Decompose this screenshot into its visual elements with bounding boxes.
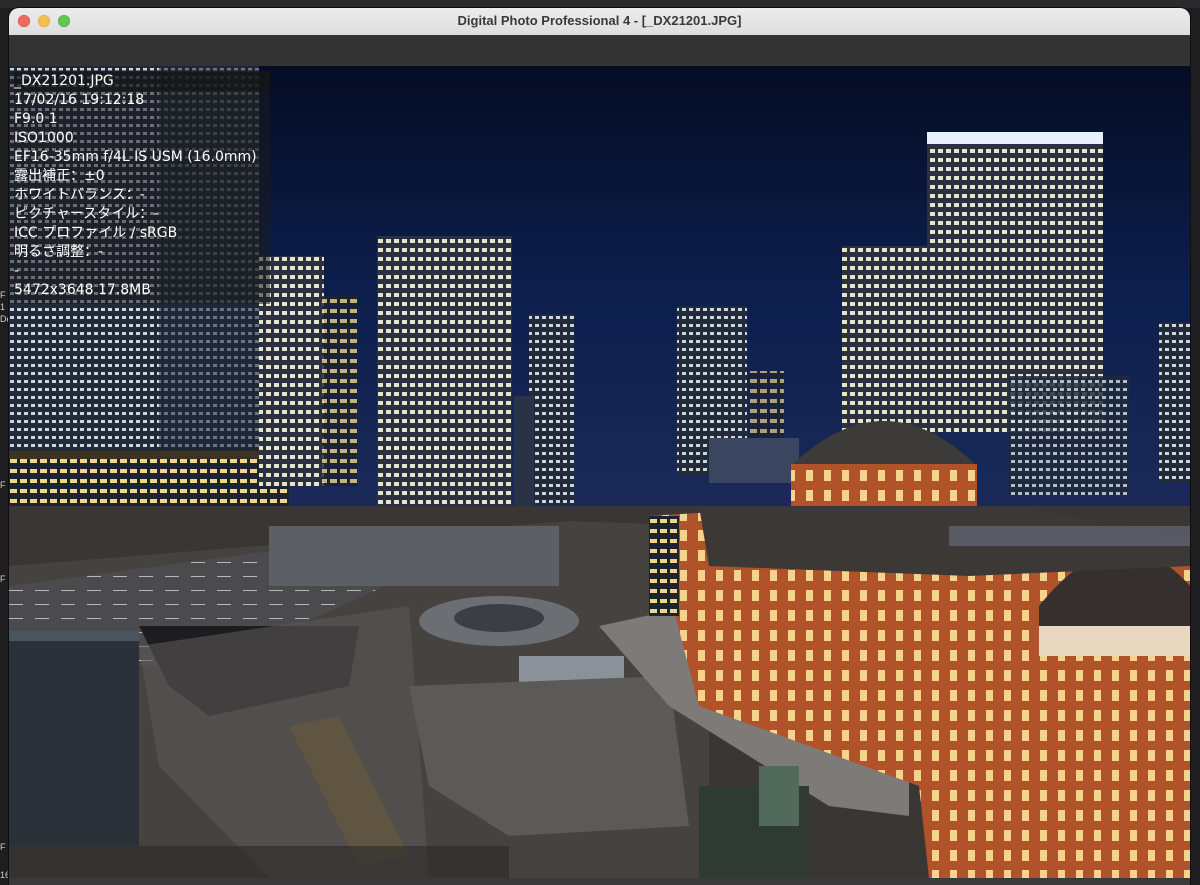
info-exposure-comp: 露出補正：±0 bbox=[14, 168, 105, 184]
image-viewer[interactable]: _DX21201.JPG 17/02/16 19:12:18 F9.0 1 IS… bbox=[9, 35, 1190, 885]
edge-fragment: 1 bbox=[0, 302, 6, 312]
edge-fragment: F bbox=[0, 842, 6, 852]
background-window-edge: F 1 De F F F 16 bbox=[0, 8, 12, 885]
shooting-info-overlay: _DX21201.JPG 17/02/16 19:12:18 F9.0 1 IS… bbox=[9, 70, 270, 304]
dpp-viewer-window: Digital Photo Professional 4 - [_DX21201… bbox=[9, 8, 1190, 885]
info-iso: ISO1000 bbox=[14, 130, 74, 146]
background-window-edge-right bbox=[1190, 8, 1200, 885]
edge-fragment: F bbox=[0, 290, 6, 300]
desktop-background-top bbox=[0, 0, 1200, 8]
info-aperture: F9.0 1 bbox=[14, 111, 58, 127]
info-white-balance: ホワイトバランス：- bbox=[14, 187, 145, 203]
info-filename: _DX21201.JPG bbox=[14, 72, 270, 91]
window-title: Digital Photo Professional 4 - [_DX21201… bbox=[457, 13, 742, 28]
photo-preview[interactable]: _DX21201.JPG 17/02/16 19:12:18 F9.0 1 IS… bbox=[9, 66, 1190, 878]
viewer-bottom-bar bbox=[9, 878, 1190, 885]
info-lens: EF16-35mm f/4L IS USM (16.0mm) bbox=[14, 149, 257, 165]
info-dash: - bbox=[14, 263, 20, 279]
edge-fragment: F bbox=[0, 480, 6, 490]
info-icc-profile: ICC プロファイル / sRGB bbox=[14, 225, 178, 241]
edge-fragment: F bbox=[0, 574, 6, 584]
title-bar[interactable]: Digital Photo Professional 4 - [_DX21201… bbox=[9, 8, 1190, 36]
info-picture-style: ピクチャースタイル：- bbox=[14, 206, 159, 222]
info-dimensions: 5472x3648 17.8MB bbox=[14, 282, 151, 298]
info-datetime: 17/02/16 19:12:18 bbox=[14, 92, 145, 108]
info-brightness: 明るさ調整：- bbox=[14, 244, 104, 260]
